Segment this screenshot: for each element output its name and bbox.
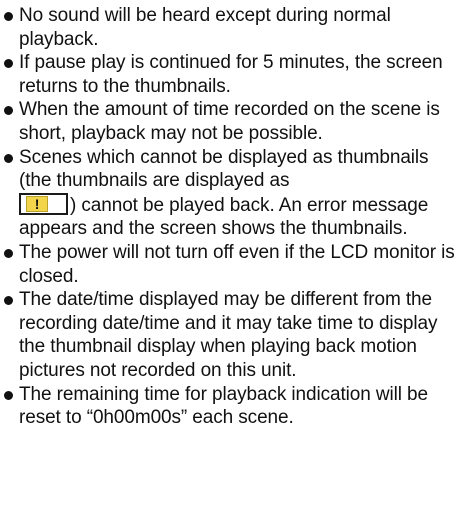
note-item-3: When the amount of time recorded on the … — [0, 98, 458, 145]
note-item-1: No sound will be heard except during nor… — [0, 4, 458, 51]
note-text: When the amount of time recorded on the … — [19, 99, 440, 144]
bullet-icon — [4, 296, 13, 306]
bullet-icon — [4, 248, 13, 258]
bullet-icon — [4, 390, 13, 400]
note-text: The date/time displayed may be different… — [19, 289, 438, 381]
note-item-6: The date/time displayed may be different… — [0, 288, 458, 382]
note-item-5: The power will not turn off even if the … — [0, 241, 458, 288]
note-item-7: The remaining time for playback indicati… — [0, 383, 458, 430]
note-text: The remaining time for playback indicati… — [19, 383, 428, 429]
notes-page: No sound will be heard except during nor… — [0, 0, 464, 508]
bullet-icon — [4, 12, 13, 21]
note-text-before-icon: Scenes which cannot be displayed as thum… — [19, 146, 429, 192]
exclamation-mark: ! — [26, 195, 48, 212]
notes-list: No sound will be heard except during nor… — [0, 4, 458, 430]
note-text: If pause play is continued for 5 minutes… — [19, 52, 443, 97]
note-item-2: If pause play is continued for 5 minutes… — [0, 51, 458, 98]
note-text: The power will not turn off even if the … — [19, 241, 455, 287]
exclamation-thumbnail-icon: ! — [19, 192, 68, 215]
bullet-icon — [4, 106, 13, 116]
bullet-icon — [4, 59, 13, 69]
note-text-after-icon: ) cannot be played back. An error messag… — [19, 194, 429, 240]
bullet-icon — [4, 153, 13, 163]
note-text: No sound will be heard except during nor… — [19, 5, 391, 50]
note-item-4: Scenes which cannot be displayed as thum… — [0, 146, 458, 241]
